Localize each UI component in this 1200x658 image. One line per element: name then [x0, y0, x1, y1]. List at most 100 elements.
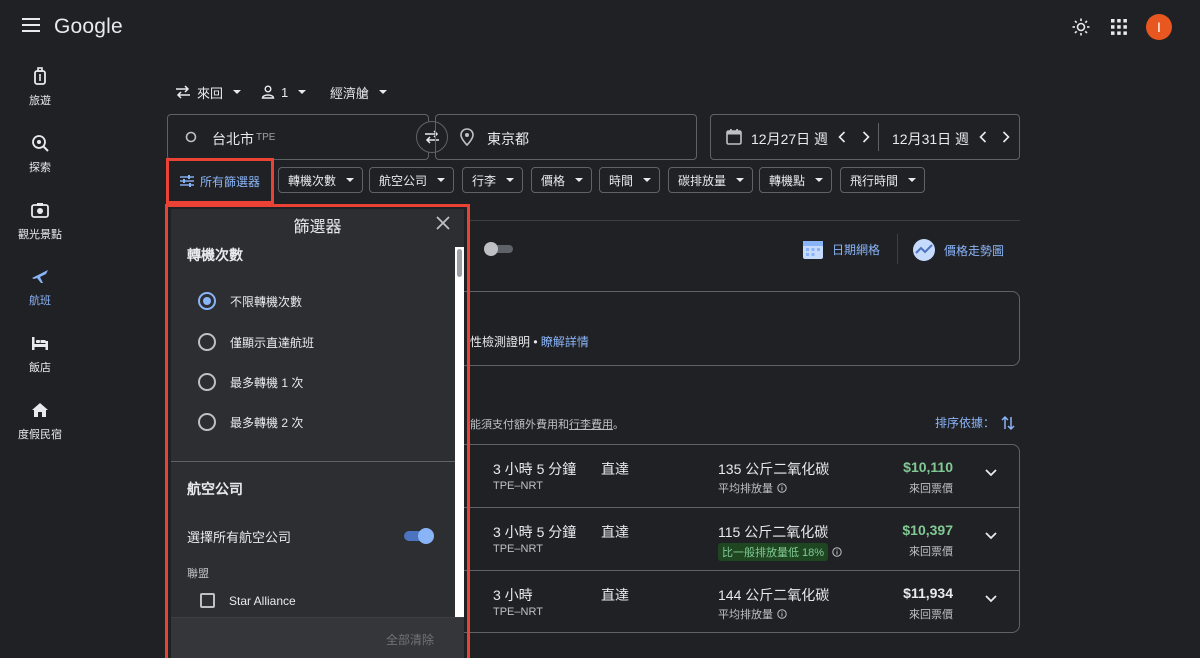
depart-date[interactable]: 12月27日 週 — [751, 129, 828, 149]
flight-price-note: 來回票價 — [909, 483, 953, 495]
chip-connecting-airports[interactable]: 轉機點 — [759, 167, 833, 193]
filters-panel-highlight — [165, 204, 470, 658]
notice-message: 性檢測證明 • — [470, 335, 538, 349]
origin-field[interactable]: 台北市 TPE — [167, 114, 429, 160]
chevron-down-icon — [908, 178, 917, 182]
destination-field[interactable]: 東京都 — [435, 114, 697, 160]
return-next-chevron-icon[interactable] — [1002, 131, 1010, 143]
destination-value: 東京都 — [487, 131, 529, 147]
menu-icon[interactable] — [22, 18, 40, 34]
info-icon[interactable] — [832, 547, 842, 557]
date-grid-button[interactable]: 日期網格 — [802, 238, 880, 260]
depart-next-chevron-icon[interactable] — [862, 131, 870, 143]
flight-stops: 直達 — [601, 461, 629, 477]
toolbar-divider — [897, 234, 898, 264]
chip-bags[interactable]: 行李 — [462, 167, 524, 193]
apps-grid-icon[interactable] — [1110, 18, 1128, 36]
location-pin-icon — [460, 128, 474, 146]
chip-label: 時間 — [609, 173, 634, 188]
chip-label: 轉機次數 — [288, 173, 337, 188]
date-divider — [878, 123, 879, 151]
sidebar-item-vacation-rentals[interactable]: 度假民宿 — [8, 400, 72, 442]
date-grid-calendar-icon — [802, 238, 824, 260]
chip-stops[interactable]: 轉機次數 — [278, 167, 364, 193]
price-graph-button[interactable]: 價格走勢圖 — [912, 238, 1004, 262]
sort-button[interactable]: 排序依據： — [935, 414, 1015, 431]
flight-price: $10,110 — [903, 459, 953, 475]
chevron-down-icon — [643, 178, 652, 182]
flight-result-row[interactable]: 3 小時 5 分鐘 TPE–NRT 直達 135 公斤二氧化碳 平均排放量 $1… — [441, 445, 1019, 508]
sidebar-item-attractions[interactable]: 觀光景點 — [8, 200, 72, 242]
chip-price[interactable]: 價格 — [531, 167, 593, 193]
chip-label: 飛行時間 — [850, 173, 899, 188]
flight-stops: 直達 — [601, 524, 629, 540]
info-icon[interactable] — [777, 483, 787, 493]
chevron-down-icon — [346, 178, 355, 182]
chip-times[interactable]: 時間 — [599, 167, 661, 193]
chevron-down-icon — [233, 90, 242, 94]
theme-sun-icon[interactable] — [1071, 17, 1091, 37]
info-icon[interactable] — [777, 609, 787, 619]
expand-chevron-icon[interactable] — [985, 595, 997, 603]
flight-price: $11,934 — [903, 585, 953, 601]
chip-label: 轉機點 — [769, 173, 806, 188]
track-prices-toggle[interactable] — [483, 242, 515, 256]
sidebar-item-label: 度假民宿 — [18, 429, 62, 441]
baggage-fees-link[interactable]: 行李費用 — [569, 419, 613, 431]
chip-label: 航空公司 — [379, 173, 428, 188]
calendar-icon — [725, 128, 743, 146]
depart-prev-chevron-icon[interactable] — [838, 131, 846, 143]
emissions-badge: 比一般排放量低 18% — [718, 543, 829, 561]
chevron-down-icon — [379, 90, 388, 94]
flight-duration: 3 小時 5 分鐘 — [493, 524, 577, 540]
avatar[interactable]: I — [1146, 14, 1172, 40]
origin-value: 台北市 — [212, 131, 254, 147]
flight-emissions: 115 公斤二氧化碳 — [718, 524, 829, 540]
flight-route: TPE–NRT — [493, 543, 543, 555]
sidebar-item-hotels[interactable]: 飯店 — [8, 333, 72, 375]
return-date[interactable]: 12月31日 週 — [892, 129, 969, 149]
cabin-class-select[interactable]: 經濟艙 — [330, 84, 388, 101]
chip-label: 價格 — [541, 173, 566, 188]
expand-chevron-icon[interactable] — [985, 469, 997, 477]
fee-notice-text: 能須支付額外費用和 — [470, 419, 569, 431]
chevron-down-icon — [736, 178, 745, 182]
flight-result-row[interactable]: 3 小時 5 分鐘 TPE–NRT 直達 115 公斤二氧化碳 比一般排放量低 … — [441, 508, 1019, 571]
flight-route: TPE–NRT — [493, 480, 543, 492]
tune-sliders-icon — [179, 175, 194, 187]
learn-more-link[interactable]: 瞭解詳情 — [541, 335, 589, 349]
sidebar-item-label: 航班 — [29, 295, 51, 307]
person-icon — [261, 85, 275, 99]
chip-airlines[interactable]: 航空公司 — [369, 167, 455, 193]
price-graph-chart-icon — [912, 238, 936, 262]
explore-search-icon — [30, 133, 50, 153]
trip-type-select[interactable]: 來回 — [175, 84, 242, 101]
sidebar-item-flights[interactable]: 航班 — [8, 266, 72, 308]
all-filters-button[interactable]: 所有篩選器 — [166, 158, 274, 204]
flight-result-row[interactable]: 3 小時 TPE–NRT 直達 144 公斤二氧化碳 平均排放量 $11,934… — [441, 571, 1019, 632]
sidebar-item-label: 旅遊 — [29, 95, 51, 107]
flight-price-note: 來回票價 — [909, 546, 953, 558]
chip-emissions[interactable]: 碳排放量 — [668, 167, 754, 193]
dates-field[interactable]: 12月27日 週 12月31日 週 — [710, 114, 1020, 160]
date-grid-label: 日期網格 — [832, 242, 881, 257]
flight-emissions-note: 平均排放量 — [718, 606, 787, 622]
return-prev-chevron-icon[interactable] — [979, 131, 987, 143]
passengers-select[interactable]: 1 — [261, 84, 307, 100]
sidebar-item-explore[interactable]: 探索 — [8, 133, 72, 175]
expand-chevron-icon[interactable] — [985, 532, 997, 540]
emissions-note-text: 平均排放量 — [718, 609, 773, 621]
sidebar-item-label: 探索 — [29, 162, 51, 174]
chevron-down-icon — [506, 178, 515, 182]
bed-icon — [30, 333, 50, 353]
emissions-note-text: 平均排放量 — [718, 483, 773, 495]
chevron-down-icon — [437, 178, 446, 182]
airplane-icon — [30, 266, 50, 286]
chevron-down-icon — [815, 178, 824, 182]
flight-duration: 3 小時 — [493, 587, 533, 603]
google-logo[interactable]: Google — [54, 15, 123, 39]
price-graph-label: 價格走勢圖 — [944, 243, 1005, 258]
chip-duration[interactable]: 飛行時間 — [840, 167, 926, 193]
sidebar-item-label: 觀光景點 — [18, 229, 62, 241]
sidebar-item-travel[interactable]: 旅遊 — [8, 66, 72, 108]
